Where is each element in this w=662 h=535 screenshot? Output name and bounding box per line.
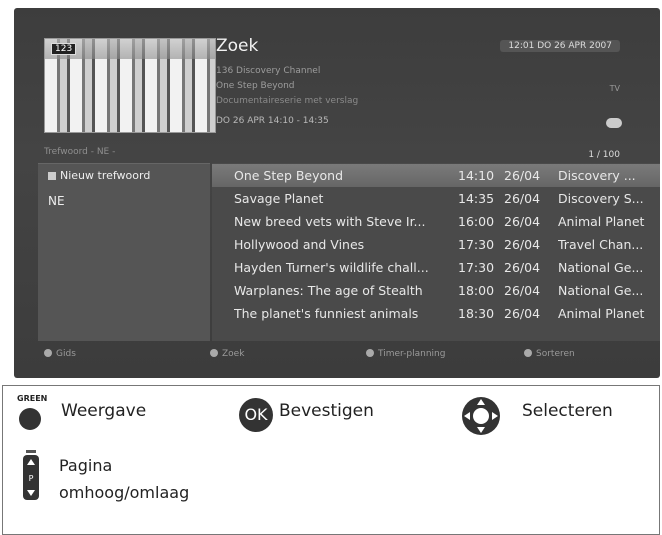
result-date: 26/04 (504, 168, 541, 183)
tv-screen: 123 Zoek 12:01 DO 26 APR 2007 136 Discov… (14, 8, 660, 378)
legend-zoek[interactable]: Zoek (210, 349, 244, 359)
result-title: Warplanes: The age of Stealth (234, 283, 423, 298)
result-row[interactable]: Savage Planet 14:35 26/04 Discovery S... (212, 187, 660, 210)
keyword-sidebar: Nieuw trefwoord NE (38, 163, 210, 341)
result-time: 18:30 (458, 306, 495, 321)
legend-label: Gids (56, 349, 76, 359)
result-date: 26/04 (504, 191, 541, 206)
result-channel: Animal Planet (558, 306, 645, 321)
sidebar-item-ne[interactable]: NE (48, 194, 65, 208)
red-key-icon (44, 349, 52, 357)
result-time: 14:10 (458, 168, 495, 183)
result-title: Hayden Turner's wildlife chall... (234, 260, 429, 275)
legend-gids[interactable]: Gids (44, 349, 76, 359)
page-letter: P (29, 474, 34, 483)
page-updown-icon: P (23, 450, 39, 500)
result-channel: Discovery ... (558, 168, 636, 183)
result-channel: Discovery S... (558, 191, 644, 206)
keyword-header: Trefwoord - NE - (44, 147, 116, 157)
instruction-panel: GREEN Weergave OK Bevestigen Selecteren … (2, 385, 660, 535)
sidebar-item-new-keyword[interactable]: Nieuw trefwoord (48, 169, 150, 182)
result-date: 26/04 (504, 214, 541, 229)
weergave-label: Weergave (61, 401, 147, 421)
navigation-pad-icon (462, 397, 500, 435)
tv-tag: TV (609, 84, 620, 93)
clock-display: 12:01 DO 26 APR 2007 (500, 40, 620, 52)
result-title: One Step Beyond (234, 168, 344, 183)
omhoog-omlaag-label: omhoog/omlaag (59, 483, 190, 502)
page-counter: 1 / 100 (588, 150, 620, 160)
preview-thumbnail: 123 (44, 38, 216, 133)
result-channel: National Ge... (558, 260, 644, 275)
legend-label: Sorteren (536, 349, 575, 359)
result-time: 17:30 (458, 237, 495, 252)
bevestigen-label: Bevestigen (279, 401, 374, 421)
result-date: 26/04 (504, 283, 541, 298)
page-title: Zoek (216, 36, 259, 56)
result-title: Savage Planet (234, 191, 324, 206)
result-date: 26/04 (504, 306, 541, 321)
legend-sorteren[interactable]: Sorteren (524, 349, 575, 359)
result-time: 16:00 (458, 214, 495, 229)
add-icon (48, 172, 56, 180)
page: 123 Zoek 12:01 DO 26 APR 2007 136 Discov… (0, 0, 662, 535)
green-button-icon (19, 408, 41, 430)
result-channel: Travel Chan... (558, 237, 644, 252)
result-time: 17:30 (458, 260, 495, 275)
result-title: Hollywood and Vines (234, 237, 365, 252)
result-channel: Animal Planet (558, 214, 645, 229)
selecteren-label: Selecteren (522, 401, 613, 421)
result-time: 18:00 (458, 283, 495, 298)
result-row-selected[interactable]: One Step Beyond 14:10 26/04 Discovery ..… (212, 164, 660, 187)
result-channel: National Ge... (558, 283, 644, 298)
result-time: 14:35 (458, 191, 495, 206)
results-list: One Step Beyond 14:10 26/04 Discovery ..… (212, 163, 660, 341)
legend-label: Timer-planning (378, 349, 446, 359)
yellow-key-icon (366, 349, 374, 357)
ok-button-icon: OK (239, 398, 273, 432)
green-key-label: GREEN (17, 394, 48, 403)
result-row[interactable]: The planet's funniest animals 18:30 26/0… (212, 302, 660, 325)
result-row[interactable]: Warplanes: The age of Stealth 18:00 26/0… (212, 279, 660, 302)
pagina-label: Pagina (59, 456, 113, 475)
result-date: 26/04 (504, 260, 541, 275)
result-row[interactable]: Hollywood and Vines 17:30 26/04 Travel C… (212, 233, 660, 256)
result-date: 26/04 (504, 237, 541, 252)
blue-key-icon (524, 349, 532, 357)
legend-label: Zoek (222, 349, 245, 359)
legend-timer[interactable]: Timer-planning (366, 349, 445, 359)
info-description: Documentaireserie met verslag (216, 96, 359, 106)
subtitle-icon (606, 118, 622, 128)
result-title: The planet's funniest animals (234, 306, 419, 321)
green-key-icon (210, 349, 218, 357)
result-row[interactable]: New breed vets with Steve Ir... 16:00 26… (212, 210, 660, 233)
info-datetime: DO 26 APR 14:10 - 14:35 (216, 116, 329, 126)
info-channel: 136 Discovery Channel (216, 66, 321, 76)
result-title: New breed vets with Steve Ir... (234, 214, 426, 229)
info-program: One Step Beyond (216, 81, 295, 91)
channel-number-badge: 123 (51, 43, 77, 55)
result-row[interactable]: Hayden Turner's wildlife chall... 17:30 … (212, 256, 660, 279)
sidebar-item-label: Nieuw trefwoord (60, 169, 151, 182)
